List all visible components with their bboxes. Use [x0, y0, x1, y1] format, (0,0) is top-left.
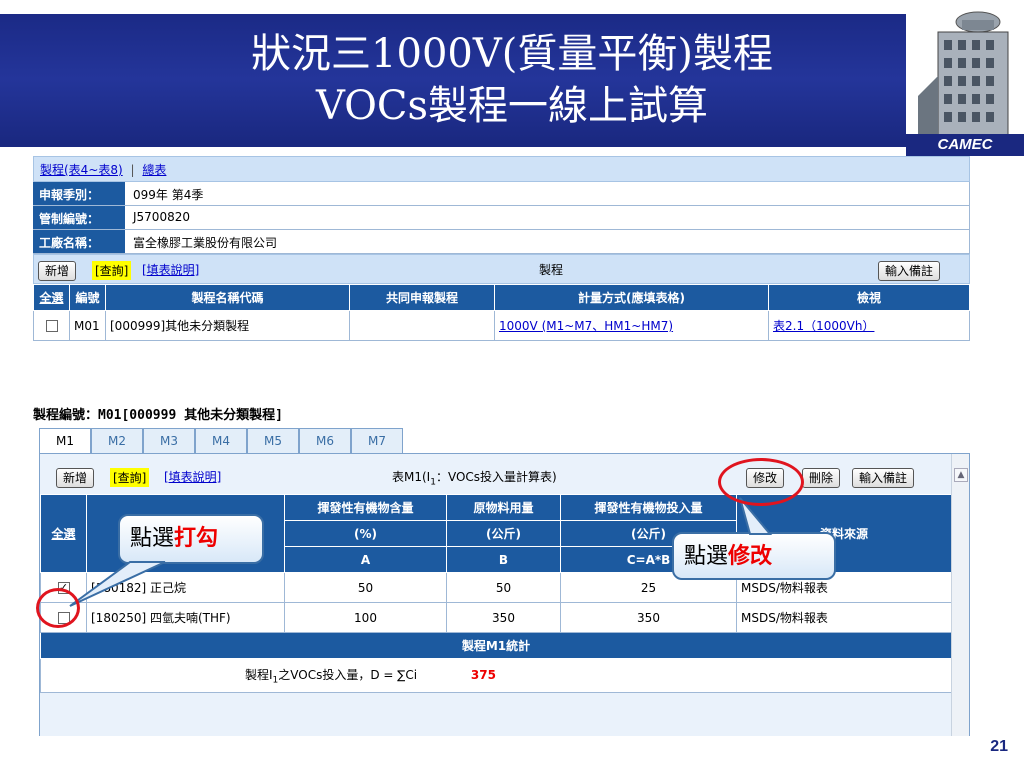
row-checkbox[interactable]	[45, 320, 58, 332]
info-value: 099年 第4季	[125, 182, 970, 205]
col-header: 共同申報製程	[349, 284, 495, 311]
col-header: 製程名稱代碼	[105, 284, 350, 311]
process-label: 製程編號：M01[000999 其他未分類製程]	[33, 408, 283, 423]
unit-material: (公斤)	[446, 520, 561, 547]
col-header: 檢視	[768, 284, 970, 311]
summary-row: 製程I1之VOCs投入量，D = ∑Ci 375	[40, 658, 952, 693]
cell-a: 100	[284, 602, 447, 633]
unit-content: (%)	[284, 520, 447, 547]
cell-b: 350	[446, 602, 561, 633]
m1-toolbar: 新增 [查詢] [填表說明] 表M1(I1：VOCs投入量計算表) 修改 刪除 …	[40, 454, 969, 494]
cell-a: 50	[284, 572, 447, 603]
add-button[interactable]: 新增	[38, 261, 77, 281]
col-header-input: 揮發性有機物投入量	[560, 494, 737, 521]
breadcrumb-link-summary[interactable]: 總表	[142, 163, 166, 177]
info-row-factory: 工廠名稱： 富全橡膠工業股份有限公司	[33, 230, 970, 254]
process-table: 全選 編號 製程名稱代碼 共同申報製程 計量方式(應填表格) 檢視 M01 [0…	[33, 284, 970, 341]
note-button[interactable]: 輸入備註	[878, 261, 941, 281]
summary-label: 製程I1之VOCs投入量，D = ∑Ci	[245, 667, 418, 686]
tab-m7[interactable]: M7	[351, 428, 403, 454]
highlight-circle-edit	[718, 458, 804, 506]
slide-title-line2: VOCs製程一線上試算	[315, 83, 709, 129]
col-header-material: 原物料用量	[446, 494, 561, 521]
info-label: 申報季別：	[33, 182, 125, 205]
delete-button[interactable]: 刪除	[802, 468, 841, 488]
cell-source: MSDS/物料報表	[736, 602, 952, 633]
breadcrumb: 製程(表4~表8) | 總表	[33, 156, 970, 182]
help-link[interactable]: [填表說明]	[164, 468, 221, 485]
add-button[interactable]: 新增	[56, 468, 95, 488]
note-button[interactable]: 輸入備註	[852, 468, 915, 488]
logo-text: CAMEC	[906, 134, 1024, 156]
process-toolbar: 新增 [查詢] [填表說明] 製程 輸入備註	[33, 254, 970, 284]
label-a: A	[284, 546, 447, 573]
breadcrumb-link-process[interactable]: 製程(表4~表8)	[40, 163, 123, 177]
tab-m6[interactable]: M6	[299, 428, 351, 454]
scroll-up-icon[interactable]: ▲	[954, 468, 968, 482]
m-tabs: M1 M2 M3 M4 M5 M6 M7	[39, 428, 403, 454]
summary-value: 375	[470, 667, 496, 682]
slide-title-line1: 狀況三1000V(質量平衡)製程	[251, 31, 773, 77]
process-id: M01	[69, 310, 106, 341]
query-button[interactable]: [查詢]	[92, 261, 132, 280]
method-link[interactable]: 1000V (M1~M7、HM1~HM7)	[499, 319, 673, 333]
info-label: 管制編號：	[33, 206, 125, 229]
help-link[interactable]: [填表說明]	[142, 261, 199, 278]
tab-m1[interactable]: M1	[39, 428, 91, 454]
tab-m3[interactable]: M3	[143, 428, 195, 454]
toolbar-title: 表M1(I1：VOCs投入量計算表)	[392, 470, 557, 488]
tab-m2[interactable]: M2	[91, 428, 143, 454]
page-number: 21	[990, 738, 1008, 755]
tab-m5[interactable]: M5	[247, 428, 299, 454]
table-row: [180250] 四氫夫喃(THF) 100 350 350 MSDS/物料報表	[40, 602, 952, 633]
query-button[interactable]: [查詢]	[110, 468, 150, 487]
web-form: 製程(表4~表8) | 總表 申報季別： 099年 第4季 管制編號： J570…	[33, 156, 970, 736]
view-link[interactable]: 表2.1（1000Vh）	[773, 319, 874, 333]
col-header: 計量方式(應填表格)	[494, 284, 769, 311]
callout-edit: 點選修改	[672, 532, 836, 580]
cell-b: 50	[446, 572, 561, 603]
info-value: 富全橡膠工業股份有限公司	[125, 230, 970, 253]
col-header: 編號	[69, 284, 106, 311]
tab-m4[interactable]: M4	[195, 428, 247, 454]
process-table-header: 全選 編號 製程名稱代碼 共同申報製程 計量方式(應填表格) 檢視	[33, 284, 970, 311]
info-value: J5700820	[125, 206, 970, 229]
process-name: [000999]其他未分類製程	[105, 310, 350, 341]
vertical-scrollbar[interactable]: ▲	[951, 454, 969, 736]
toolbar-title: 製程	[539, 263, 564, 277]
info-row-control-no: 管制編號： J5700820	[33, 206, 970, 230]
info-row-season: 申報季別： 099年 第4季	[33, 182, 970, 206]
breadcrumb-separator: |	[130, 163, 135, 177]
col-header-content: 揮發性有機物含量	[284, 494, 447, 521]
process-shared	[349, 310, 495, 341]
callout-check: 點選打勾	[118, 514, 264, 564]
cell-c: 350	[560, 602, 737, 633]
info-label: 工廠名稱：	[33, 230, 125, 253]
building-icon	[918, 6, 1022, 136]
m1-panel: 新增 [查詢] [填表說明] 表M1(I1：VOCs投入量計算表) 修改 刪除 …	[39, 453, 970, 736]
slide-header: 狀況三1000V(質量平衡)製程 VOCs製程一線上試算 CAMEC	[0, 0, 1024, 156]
stats-header: 製程M1統計	[40, 632, 952, 659]
label-b: B	[446, 546, 561, 573]
table-row: M01 [000999]其他未分類製程 1000V (M1~M7、HM1~HM7…	[33, 310, 970, 341]
title-divider	[0, 144, 906, 147]
select-all-header[interactable]: 全選	[33, 284, 70, 311]
highlight-circle-checkbox	[36, 588, 80, 628]
